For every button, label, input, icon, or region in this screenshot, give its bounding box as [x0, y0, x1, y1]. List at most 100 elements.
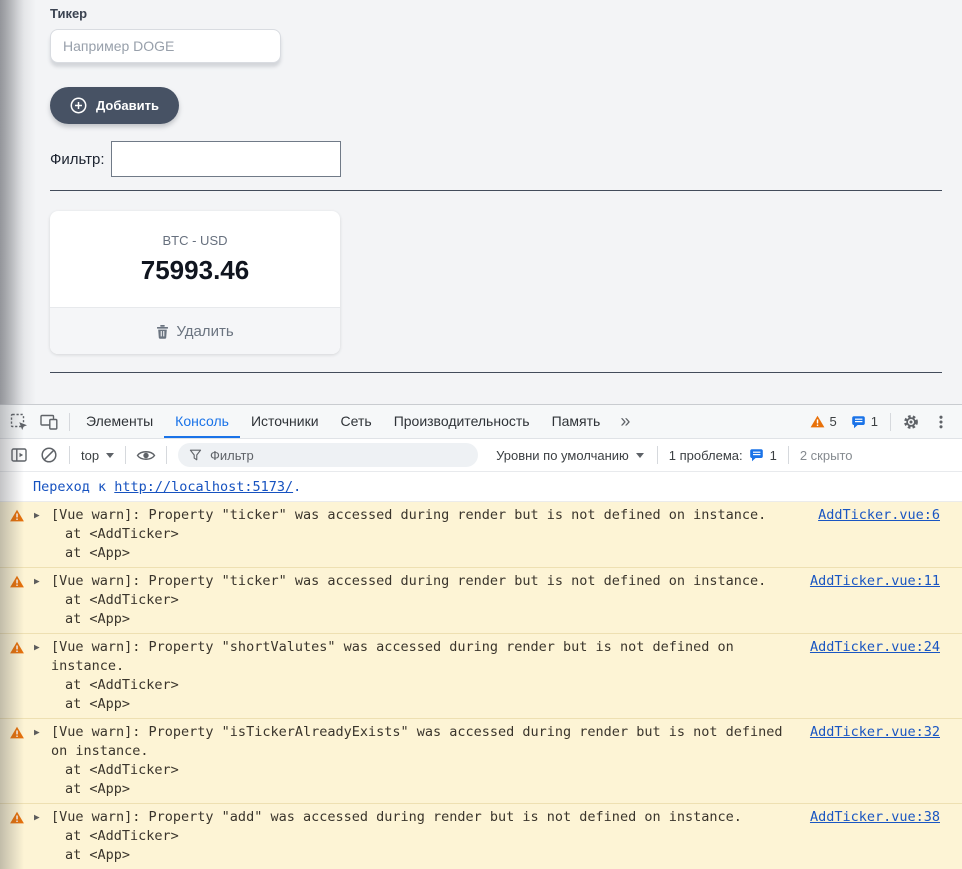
- settings-button[interactable]: [896, 409, 926, 435]
- warning-triangle-icon: [810, 415, 825, 428]
- ticker-pair-label: BTC - USD: [50, 233, 340, 248]
- divider: [69, 413, 70, 431]
- tab-elements[interactable]: Элементы: [75, 405, 164, 438]
- gear-icon: [902, 413, 920, 431]
- eye-icon: [136, 449, 156, 462]
- log-levels-dropdown[interactable]: Уровни по умолчанию: [496, 448, 644, 463]
- stack-line: at <AddTicker>: [51, 525, 940, 544]
- stack-line: at <App>: [51, 846, 940, 865]
- filter-label: Фильтр:: [50, 151, 105, 168]
- divider: [125, 446, 126, 464]
- ticker-price: 75993.46: [50, 255, 340, 286]
- source-link[interactable]: AddTicker.vue:32: [810, 723, 940, 742]
- devtools-tabbar: Элементы Консоль Источники Сеть Производ…: [0, 405, 962, 439]
- delete-ticker-button[interactable]: Удалить: [50, 307, 340, 354]
- navigation-suffix: .: [293, 479, 301, 495]
- ticker-input[interactable]: [50, 29, 281, 63]
- stack-line: at <App>: [51, 610, 940, 629]
- console-sidebar-icon: [10, 446, 28, 464]
- stack-line: at <AddTicker>: [51, 676, 940, 695]
- issues-label: 1 проблема:: [669, 448, 743, 463]
- console-warning-row: ▶ AddTicker.vue:24 [Vue warn]: Property …: [0, 634, 962, 719]
- warning-count: 5: [830, 414, 837, 429]
- stack-line: at <App>: [51, 544, 940, 563]
- console-toolbar: top Уровни по умолчанию 1 проблема:: [0, 439, 962, 472]
- issues-count: 1: [770, 448, 777, 463]
- chevron-down-icon: [636, 453, 644, 458]
- tab-memory[interactable]: Память: [541, 405, 612, 438]
- ticker-card-body[interactable]: BTC - USD 75993.46: [50, 211, 340, 307]
- console-warning-row: ▶ AddTicker.vue:38 [Vue warn]: Property …: [0, 804, 962, 869]
- console-warning-row: ▶ AddTicker.vue:11 [Vue warn]: Property …: [0, 568, 962, 634]
- issues-counter[interactable]: 1 проблема: 1: [669, 448, 777, 463]
- issues-badge[interactable]: 1: [851, 405, 878, 438]
- ticker-app: Тикер Добавить Фильтр: BTC - USD 75993.4…: [0, 0, 962, 405]
- ticker-label: Тикер: [50, 6, 942, 21]
- warning-triangle-icon: [9, 509, 25, 522]
- tab-network[interactable]: Сеть: [330, 405, 383, 438]
- warning-text: [Vue warn]: Property "add" was accessed …: [51, 809, 742, 825]
- source-link[interactable]: AddTicker.vue:11: [810, 572, 940, 591]
- clear-console-button[interactable]: [34, 442, 64, 468]
- chevron-down-icon: [106, 453, 114, 458]
- device-toolbar-icon: [39, 412, 59, 431]
- warning-triangle-icon: [9, 641, 25, 654]
- source-link[interactable]: AddTicker.vue:6: [818, 506, 940, 525]
- devtools-menu-button[interactable]: [926, 409, 956, 435]
- navigation-text: Переход к: [33, 479, 114, 495]
- log-levels-label: Уровни по умолчанию: [496, 448, 629, 463]
- navigation-link[interactable]: http://localhost:5173/: [114, 479, 293, 495]
- stack-line: at <AddTicker>: [51, 591, 940, 610]
- window-shadow: [0, 0, 36, 404]
- console-filter-input[interactable]: [210, 448, 467, 463]
- console-warning-row: ▶ AddTicker.vue:6 [Vue warn]: Property "…: [0, 502, 962, 568]
- message-bubble-icon: [851, 415, 866, 429]
- divider: [166, 446, 167, 464]
- delete-button-label: Удалить: [176, 323, 233, 340]
- console-log: Переход к http://localhost:5173/. ▶ AddT…: [0, 472, 962, 869]
- expand-arrow-icon[interactable]: ▶: [34, 808, 45, 865]
- message-count: 1: [871, 414, 878, 429]
- context-label: top: [81, 448, 99, 463]
- filter-input[interactable]: [111, 141, 341, 177]
- divider: [788, 446, 789, 464]
- more-tabs-button[interactable]: »: [611, 405, 640, 438]
- trash-icon: [156, 324, 169, 339]
- context-selector[interactable]: top: [81, 448, 114, 463]
- warning-text: [Vue warn]: Property "ticker" was access…: [51, 573, 766, 589]
- three-dot-menu-icon: [933, 414, 949, 430]
- tab-performance[interactable]: Производительность: [383, 405, 541, 438]
- plus-circle-icon: [70, 97, 87, 114]
- stack-line: at <AddTicker>: [51, 827, 940, 846]
- expand-arrow-icon[interactable]: ▶: [34, 638, 45, 714]
- inspect-cursor-icon: [9, 412, 29, 432]
- live-expression-button[interactable]: [131, 442, 161, 468]
- divider: [890, 413, 891, 431]
- stack-line: at <App>: [51, 695, 940, 714]
- toggle-device-toolbar-button[interactable]: [34, 409, 64, 435]
- divider: [69, 446, 70, 464]
- warning-triangle-icon: [9, 811, 25, 824]
- tab-console[interactable]: Консоль: [164, 405, 240, 438]
- filter-funnel-icon: [189, 448, 202, 462]
- stack-line: at <App>: [51, 780, 940, 799]
- expand-arrow-icon[interactable]: ▶: [34, 723, 45, 799]
- hidden-messages-label: 2 скрыто: [800, 448, 853, 463]
- console-sidebar-toggle-button[interactable]: [4, 442, 34, 468]
- source-link[interactable]: AddTicker.vue:24: [810, 638, 940, 657]
- console-filter-box[interactable]: [178, 443, 478, 467]
- tab-sources[interactable]: Источники: [240, 405, 330, 438]
- expand-arrow-icon[interactable]: ▶: [34, 506, 45, 563]
- divider: [50, 372, 942, 373]
- inspect-element-button[interactable]: [4, 409, 34, 435]
- console-warning-row: ▶ AddTicker.vue:32 [Vue warn]: Property …: [0, 719, 962, 804]
- warning-triangle-icon: [9, 726, 25, 739]
- warning-text: [Vue warn]: Property "ticker" was access…: [51, 507, 766, 523]
- add-button[interactable]: Добавить: [50, 87, 179, 124]
- warnings-badge[interactable]: 5: [810, 405, 837, 438]
- source-link[interactable]: AddTicker.vue:38: [810, 808, 940, 827]
- warning-text: [Vue warn]: Property "shortValutes" was …: [51, 639, 734, 674]
- divider: [50, 190, 942, 191]
- spacer: [640, 405, 802, 438]
- expand-arrow-icon[interactable]: ▶: [34, 572, 45, 629]
